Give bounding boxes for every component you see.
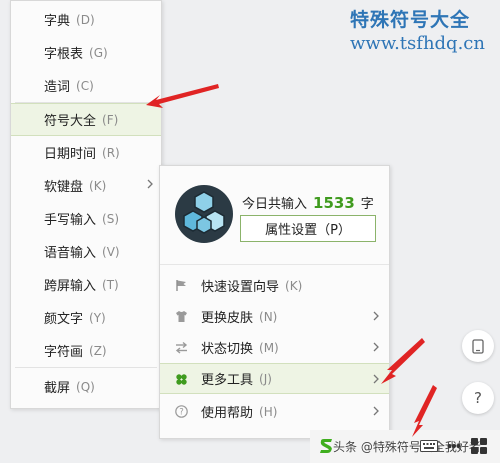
menu-item-label: 软键盘	[44, 180, 84, 195]
menu-item-cross-screen[interactable]: 跨屏输入 (T)	[11, 268, 161, 301]
menu-item-label: 语音输入	[44, 246, 97, 261]
menu-item-shortcut: (C)	[76, 78, 94, 93]
panel-item-label: 状态切换	[201, 342, 254, 357]
shirt-icon	[176, 311, 187, 322]
side-tablet-button[interactable]	[462, 330, 494, 362]
menu-item-label: 符号大全	[44, 114, 97, 129]
panel-divider	[160, 264, 389, 265]
menu-item-symbols[interactable]: 符号大全 (F)	[11, 103, 161, 136]
watermark-title: 特殊符号大全	[350, 9, 471, 31]
chevron-right-icon	[373, 311, 379, 321]
more-dots-icon[interactable]	[447, 441, 461, 451]
menu-item-shortcut: (V)	[102, 244, 120, 259]
menu-item-label: 截屏	[44, 381, 71, 396]
today-prefix: 今日共输入	[242, 197, 308, 212]
panel-item-change-skin[interactable]: 更换皮肤 (N)	[160, 301, 389, 332]
menu-item-shortcut: (K)	[89, 178, 107, 193]
menu-item-label: 字符画	[44, 345, 84, 360]
menu-item-emoticons[interactable]: 颜文字 (Y)	[11, 301, 161, 334]
panel-item-label: 更换皮肤	[201, 311, 254, 326]
chevron-right-icon	[373, 406, 379, 416]
ime-status-panel: 今日共输入 1533 字 属性设置（P） 快速设置向导 (K) 更换皮肤 (N) 状…	[159, 165, 390, 439]
menu-item-ascii-art[interactable]: 字符画 (Z)	[11, 334, 161, 367]
menu-item-shortcut: (R)	[102, 145, 120, 160]
panel-item-label: 更多工具	[201, 373, 254, 388]
menu-item-create-word[interactable]: 造词 (C)	[11, 69, 161, 102]
menu-item-label: 颜文字	[44, 312, 84, 327]
panel-item-shortcut: (J)	[259, 371, 272, 386]
menu-item-label: 手写输入	[44, 213, 97, 228]
menu-item-handwriting[interactable]: 手写输入 (S)	[11, 202, 161, 235]
menu-item-shortcut: (G)	[89, 45, 108, 60]
context-menu: 字典 (D) 字根表 (G) 造词 (C) 符号大全 (F) 日期时间 (R) …	[10, 0, 162, 409]
menu-item-soft-keyboard[interactable]: 软键盘 (K)	[11, 169, 161, 202]
today-input-count: 今日共输入 1533 字	[242, 193, 374, 212]
panel-item-more-tools[interactable]: 更多工具 (J)	[160, 363, 389, 394]
menu-item-label: 字根表	[44, 47, 84, 62]
keyboard-icon[interactable]	[420, 440, 438, 452]
panel-item-label: 使用帮助	[201, 406, 254, 421]
panel-item-state-switch[interactable]: 状态切换 (M)	[160, 332, 389, 363]
help-icon: ?	[474, 389, 482, 407]
menu-item-dictionary[interactable]: 字典 (D)	[11, 3, 161, 36]
menu-item-radical-table[interactable]: 字根表 (G)	[11, 36, 161, 69]
today-count: 1533	[313, 194, 355, 212]
chevron-right-icon	[373, 374, 379, 384]
menu-item-date-time[interactable]: 日期时间 (R)	[11, 136, 161, 169]
panel-item-shortcut: (H)	[259, 404, 278, 419]
panel-item-shortcut: (N)	[259, 309, 278, 324]
panel-item-help[interactable]: ? 使用帮助 (H)	[160, 396, 389, 427]
menu-item-screenshot[interactable]: 截屏 (Q)	[11, 370, 161, 403]
menu-item-shortcut: (F)	[102, 112, 119, 127]
menu-item-shortcut: (T)	[102, 277, 119, 292]
chevron-right-icon	[147, 179, 153, 189]
menu-item-label: 字典	[44, 14, 71, 29]
svg-text:?: ?	[179, 408, 184, 418]
clover-icon	[176, 374, 187, 385]
menu-item-label: 日期时间	[44, 147, 97, 162]
tablet-icon	[472, 338, 484, 354]
toolbox-grid-icon[interactable]	[470, 437, 488, 455]
menu-item-shortcut: (Z)	[89, 343, 107, 358]
panel-item-shortcut: (M)	[259, 340, 279, 355]
sogou-skin-logo-icon	[175, 185, 233, 243]
panel-item-label: 快速设置向导	[201, 280, 280, 295]
switch-icon	[175, 341, 188, 354]
menu-item-shortcut: (Y)	[89, 310, 106, 325]
flag-icon	[176, 280, 186, 291]
help-icon: ?	[175, 405, 188, 418]
menu-item-shortcut: (Q)	[76, 379, 95, 394]
panel-item-quick-setup[interactable]: 快速设置向导 (K)	[160, 270, 389, 301]
panel-item-shortcut: (K)	[285, 278, 303, 293]
watermark-url: www.tsfhdq.cn	[350, 33, 485, 54]
menu-item-shortcut: (S)	[102, 211, 119, 226]
menu-item-label: 跨屏输入	[44, 279, 97, 294]
menu-item-shortcut: (D)	[76, 12, 95, 27]
menu-item-label: 造词	[44, 80, 71, 95]
menu-item-voice-input[interactable]: 语音输入 (V)	[11, 235, 161, 268]
settings-button[interactable]: 属性设置（P）	[240, 215, 376, 242]
side-help-button[interactable]: ?	[462, 382, 494, 414]
today-suffix: 字	[360, 197, 374, 212]
chevron-right-icon	[373, 342, 379, 352]
menu-divider	[15, 367, 157, 368]
